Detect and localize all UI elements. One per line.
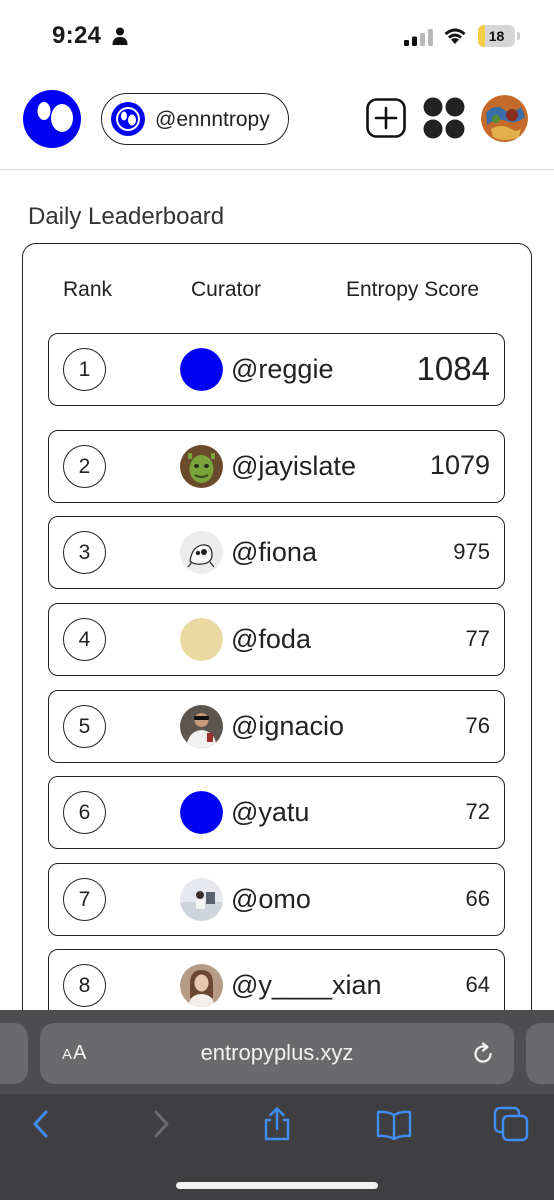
- column-header-score: Entropy Score: [346, 278, 480, 301]
- person-icon: [112, 27, 128, 45]
- leaderboard-row[interactable]: 2 @jayislate 1079: [48, 430, 505, 503]
- curator-name[interactable]: @foda: [231, 624, 311, 655]
- leaderboard-row[interactable]: 6 @yatu 72: [48, 776, 505, 849]
- rank-badge: 5: [63, 705, 106, 748]
- share-icon[interactable]: [259, 1106, 295, 1142]
- next-tab-pill[interactable]: [526, 1023, 554, 1084]
- status-time: 9:24: [52, 22, 102, 49]
- entropy-score: 76: [465, 713, 490, 738]
- battery-icon: 18: [478, 25, 520, 47]
- rank-badge: 2: [63, 445, 106, 488]
- leaderboard-row[interactable]: 3 @fiona 975: [48, 516, 505, 589]
- rank-badge: 7: [63, 878, 106, 921]
- rank-badge: 8: [63, 964, 106, 1007]
- tabs-icon[interactable]: [493, 1106, 529, 1142]
- avatar[interactable]: [180, 791, 223, 834]
- leaderboard-title: Daily Leaderboard: [28, 203, 225, 230]
- rank-badge: 6: [63, 791, 106, 834]
- app-header: @ennntropy: [0, 72, 554, 170]
- entropy-score: 72: [465, 799, 490, 824]
- column-header-curator: Curator: [191, 278, 262, 301]
- leaderboard-row[interactable]: 1 @reggie 1084: [48, 333, 505, 406]
- avatar[interactable]: [180, 348, 223, 391]
- entropy-score: 77: [465, 626, 490, 651]
- user-chip-button[interactable]: @ennntropy: [101, 93, 289, 145]
- battery-level: 18: [488, 28, 505, 44]
- curator-name[interactable]: @jayislate: [231, 451, 356, 482]
- curator-name[interactable]: @ignacio: [231, 711, 344, 742]
- status-bar: 9:24 18: [0, 0, 554, 72]
- curator-name[interactable]: @y____xian: [231, 970, 382, 1001]
- add-button[interactable]: [366, 98, 406, 138]
- curator-name[interactable]: @omo: [231, 884, 311, 915]
- curator-name[interactable]: @fiona: [231, 537, 317, 568]
- home-indicator: [176, 1182, 378, 1189]
- bookmarks-icon[interactable]: [376, 1106, 412, 1142]
- leaderboard-row[interactable]: 7 @omo 66: [48, 863, 505, 936]
- rank-badge: 1: [63, 348, 106, 391]
- leaderboard-row[interactable]: 4 @foda 77: [48, 603, 505, 676]
- avatar[interactable]: [180, 618, 223, 661]
- leaderboard-row[interactable]: 5 @ignacio 76: [48, 690, 505, 763]
- wifi-icon: [444, 28, 466, 44]
- entropy-score: 66: [465, 886, 490, 911]
- rank-badge: 4: [63, 618, 106, 661]
- apps-grid-icon[interactable]: [423, 97, 465, 139]
- curator-name[interactable]: @reggie: [231, 354, 333, 385]
- column-header-rank: Rank: [63, 278, 113, 301]
- entropy-score: 1084: [416, 350, 490, 387]
- avatar[interactable]: [180, 878, 223, 921]
- curator-name[interactable]: @yatu: [231, 797, 309, 828]
- avatar[interactable]: [180, 705, 223, 748]
- previous-tab-pill[interactable]: [0, 1023, 28, 1084]
- back-chevron-icon[interactable]: [24, 1106, 60, 1142]
- avatar[interactable]: [180, 445, 223, 488]
- url-field[interactable]: AA entropyplus.xyz: [40, 1023, 514, 1084]
- forward-chevron-icon[interactable]: [142, 1106, 178, 1142]
- profile-avatar[interactable]: [481, 95, 528, 142]
- cellular-signal-icon: [404, 29, 433, 46]
- reload-icon[interactable]: [470, 1041, 496, 1067]
- browser-toolbar: [0, 1094, 554, 1200]
- entropy-score: 1079: [429, 450, 490, 480]
- username-label: @ennntropy: [155, 108, 270, 131]
- entropy-logo-icon: [111, 102, 145, 136]
- rank-badge: 3: [63, 531, 106, 574]
- entropy-score: 64: [465, 972, 490, 997]
- entropy-logo-icon[interactable]: [22, 89, 82, 149]
- avatar[interactable]: [180, 964, 223, 1007]
- avatar[interactable]: [180, 531, 223, 574]
- url-text: entropyplus.xyz: [200, 1040, 354, 1065]
- entropy-score: 975: [453, 539, 490, 564]
- browser-address-bar: AA entropyplus.xyz: [0, 1010, 554, 1094]
